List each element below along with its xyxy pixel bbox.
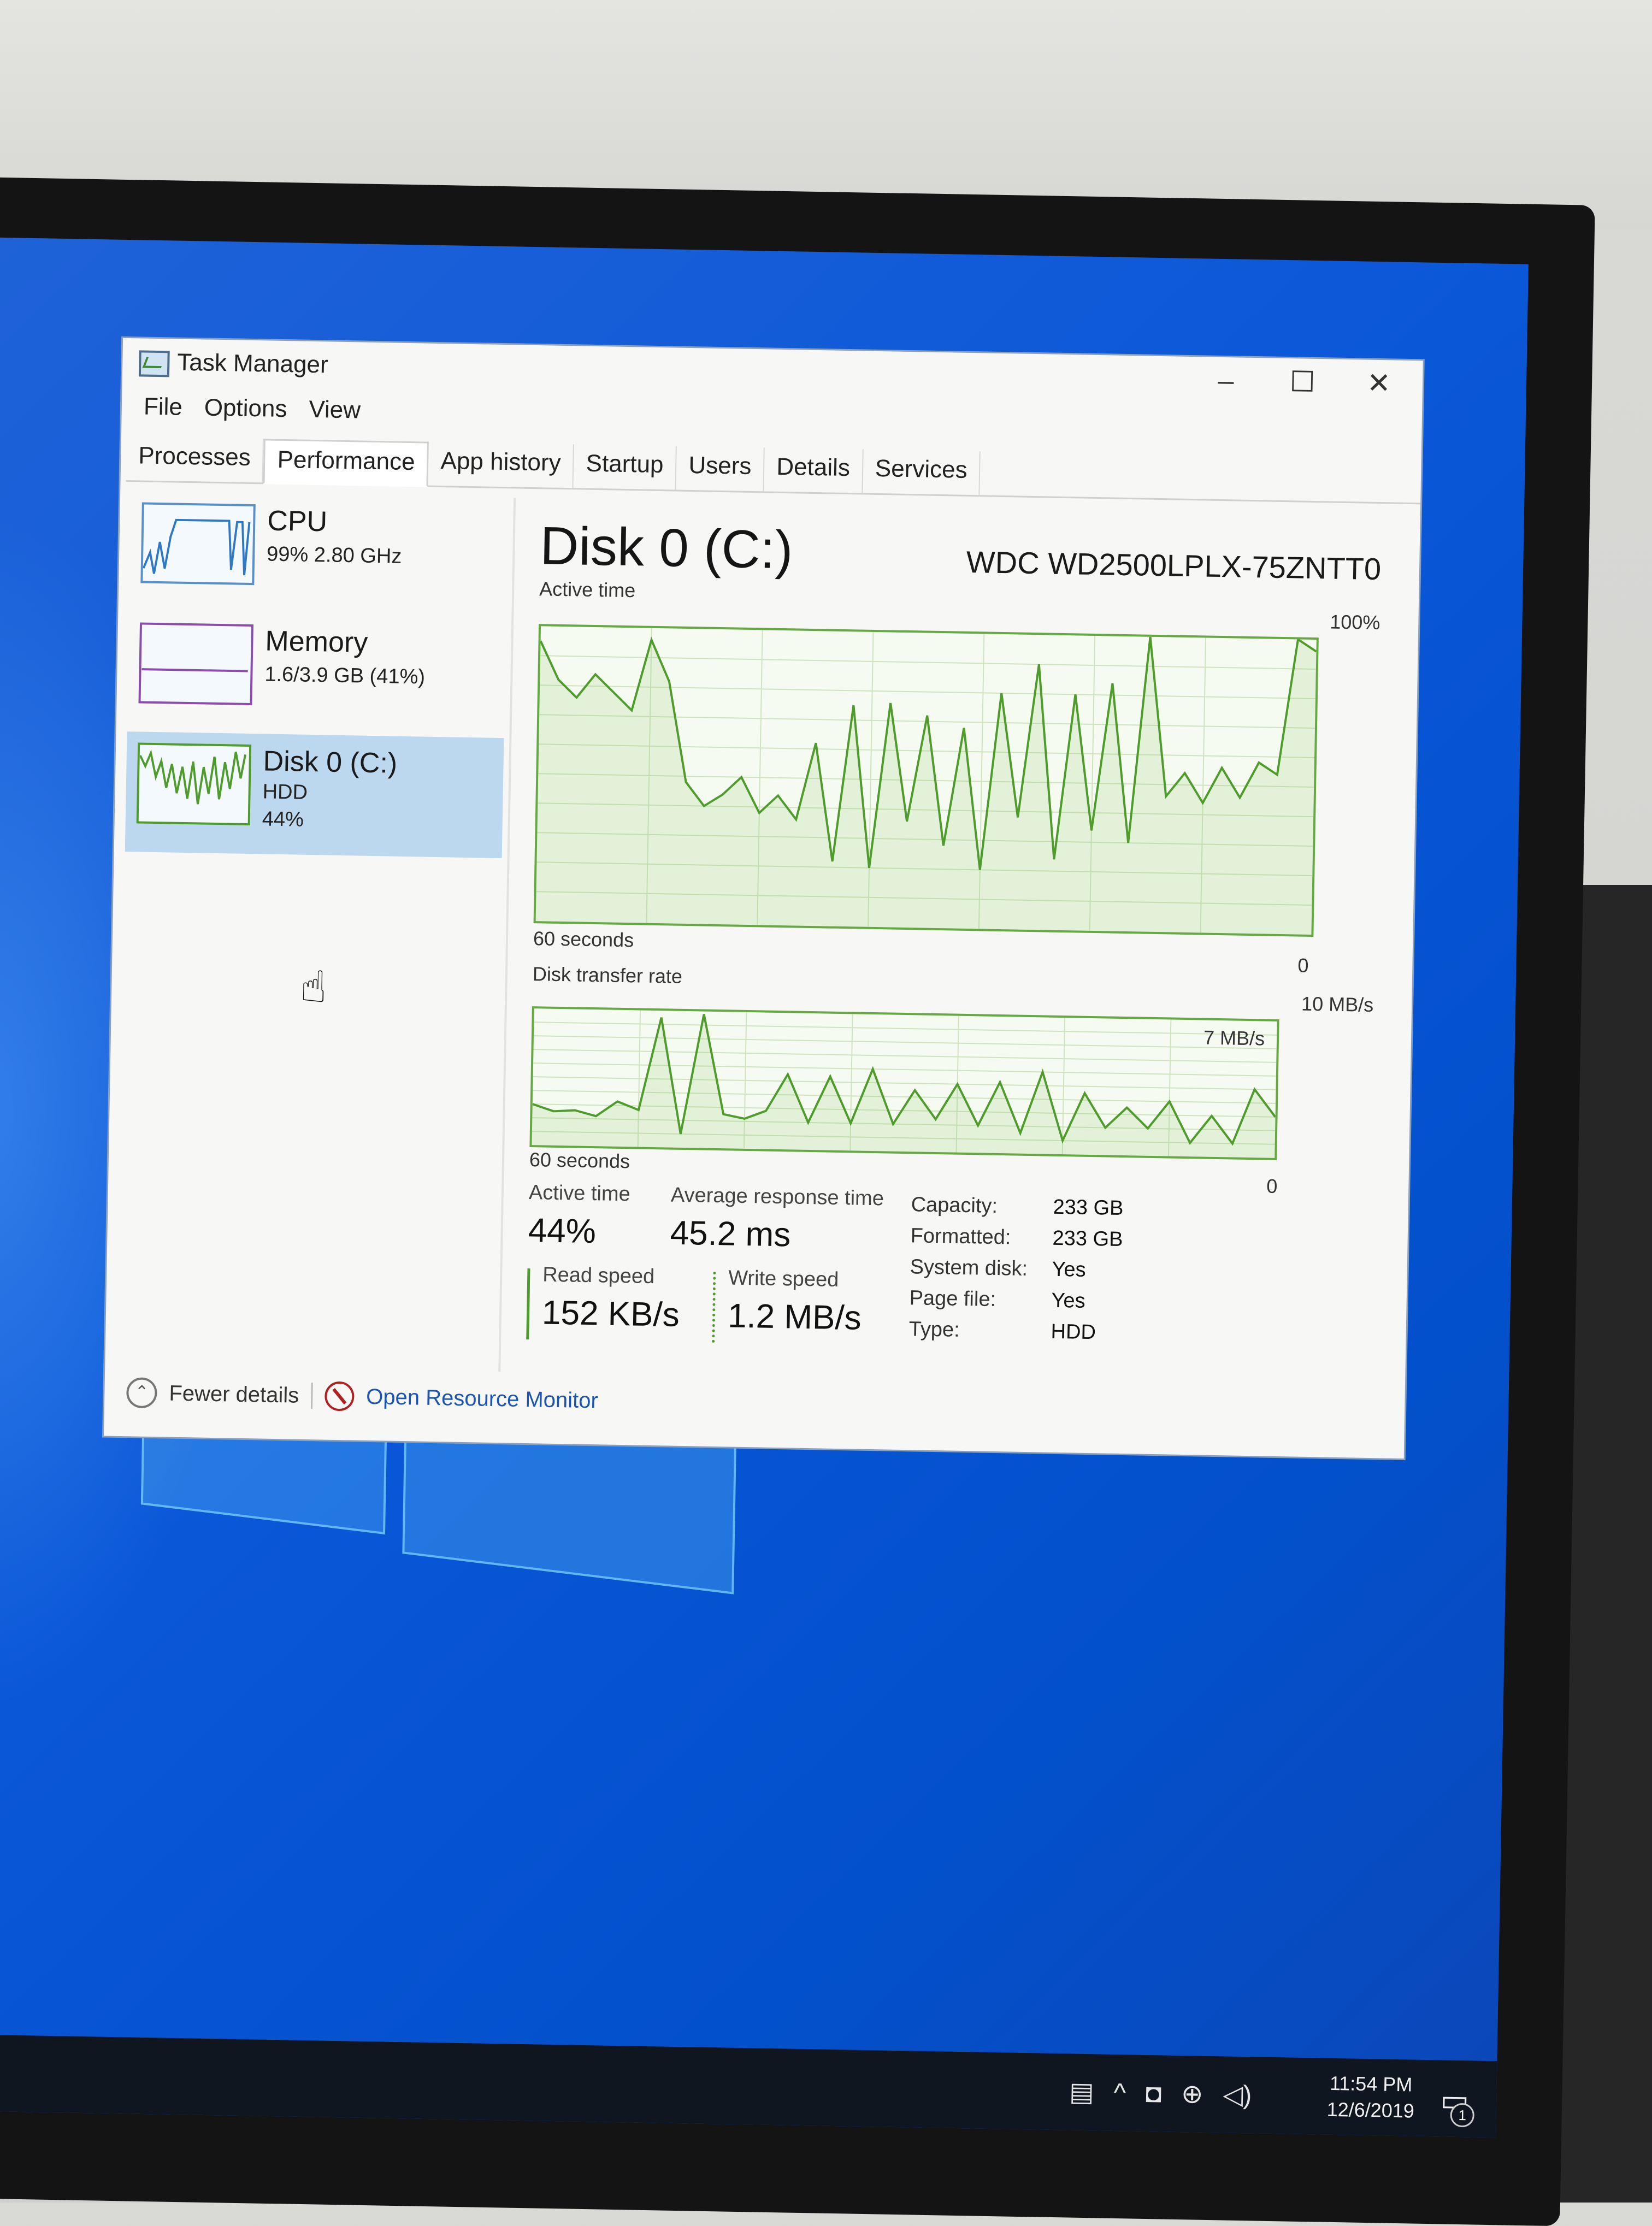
active-time-graph-min: 0	[1297, 954, 1309, 977]
clock-date: 12/6/2019	[1326, 2098, 1415, 2122]
show-hidden-icons-chevron-icon[interactable]: ^	[1113, 2077, 1126, 2107]
resource-monitor-icon	[324, 1381, 355, 1412]
tab-performance[interactable]: Performance	[263, 439, 429, 487]
mouse-cursor-icon: ☝	[299, 962, 327, 1012]
window-title: Task Manager	[176, 349, 329, 379]
tab-processes[interactable]: Processes	[126, 436, 264, 483]
memory-label: Memory	[264, 625, 368, 659]
read-speed-label: Read speed	[542, 1263, 655, 1289]
maximize-button[interactable]: ☐	[1269, 362, 1335, 401]
disk-model: WDC WD2500LPLX-75ZNTT0	[966, 544, 1382, 587]
disk-thumbnail	[136, 742, 252, 826]
write-speed-value: 1.2 MB/s	[727, 1297, 862, 1337]
property-value: Yes	[1051, 1289, 1085, 1313]
grid-line-horizontal	[533, 1049, 1277, 1063]
property-value: 233 GB	[1053, 1195, 1124, 1220]
network-globe-icon[interactable]: ⊕	[1181, 2079, 1203, 2110]
avg-response-value: 45.2 ms	[670, 1214, 791, 1254]
disk-type: HDD	[262, 780, 308, 804]
resource-item-cpu[interactable]: CPU 99% 2.80 GHz	[129, 491, 508, 618]
active-time-graph-label: Active time	[539, 577, 636, 602]
transfer-graph-line: 7 MB/s	[1203, 1026, 1265, 1050]
cpu-detail: 99% 2.80 GHz	[266, 542, 402, 568]
menu-file[interactable]: File	[143, 393, 183, 421]
open-resource-monitor-link[interactable]: Open Resource Monitor	[366, 1384, 598, 1413]
property-value: HDD	[1051, 1320, 1096, 1344]
active-time-label: Active time	[528, 1181, 631, 1206]
monitor-bezel: Task Manager – ☐ ✕ File Options View Pro…	[0, 177, 1595, 2226]
tab-details[interactable]: Details	[764, 447, 864, 493]
memory-thumbnail	[138, 622, 254, 706]
footer-separator	[310, 1383, 313, 1409]
property-key: Page file:	[909, 1286, 996, 1311]
menu-view[interactable]: View	[309, 396, 361, 424]
chevron-up-icon[interactable]: ⌃	[126, 1377, 157, 1409]
taskbar: ▤ ^ ◘ ⊕ ◁) 11:54 PM 12/6/2019 ▭ 1	[0, 2034, 1497, 2138]
active-time-chart	[535, 628, 1317, 935]
read-speed-value: 152 KB/s	[541, 1294, 680, 1334]
property-key: Formatted:	[910, 1224, 1011, 1249]
transfer-rate-graph	[529, 1006, 1279, 1160]
transfer-graph-label: Disk transfer rate	[532, 963, 683, 988]
close-button[interactable]: ✕	[1346, 364, 1412, 403]
tab-startup[interactable]: Startup	[573, 444, 677, 490]
property-key: System disk:	[910, 1255, 1028, 1280]
notification-count-badge: 1	[1450, 2103, 1475, 2128]
menu-options[interactable]: Options	[204, 394, 287, 423]
transfer-graph-min: 0	[1266, 1174, 1278, 1197]
active-time-graph	[533, 624, 1319, 937]
active-time-graph-max: 100%	[1329, 610, 1380, 634]
series-area	[535, 636, 1317, 935]
grid-line-horizontal	[533, 1035, 1277, 1049]
page-title: Disk 0 (C:)	[539, 515, 794, 580]
resource-list: CPU 99% 2.80 GHz Memory 1.6/3.9 GB (41%)	[116, 491, 516, 1372]
task-manager-icon	[138, 350, 170, 377]
fewer-details-link[interactable]: Fewer details	[169, 1381, 299, 1408]
tab-services[interactable]: Services	[863, 449, 981, 495]
news-icon[interactable]: ▤	[1069, 2077, 1094, 2108]
minimize-button[interactable]: –	[1193, 361, 1259, 400]
disk-label: Disk 0 (C:)	[263, 745, 398, 780]
active-time-graph-span: 60 seconds	[533, 927, 634, 952]
footer-bar: ⌃ Fewer details Open Resource Monitor	[126, 1371, 599, 1422]
tab-app-history[interactable]: App history	[428, 441, 575, 488]
grid-line-horizontal	[534, 1022, 1277, 1036]
memory-detail: 1.6/3.9 GB (41%)	[264, 663, 426, 689]
transfer-graph-max: 10 MB/s	[1301, 992, 1374, 1016]
cpu-label: CPU	[267, 505, 328, 538]
meet-now-icon[interactable]: ◘	[1146, 2079, 1162, 2109]
active-time-value: 44%	[528, 1212, 597, 1251]
avg-response-label: Average response time	[670, 1183, 884, 1211]
cpu-thumbnail	[140, 502, 256, 586]
property-key: Capacity:	[911, 1193, 998, 1218]
volume-icon[interactable]: ◁)	[1223, 2079, 1252, 2110]
taskbar-clock[interactable]: 11:54 PM 12/6/2019	[1326, 2070, 1415, 2124]
resource-item-memory[interactable]: Memory 1.6/3.9 GB (41%)	[127, 611, 506, 738]
tab-users[interactable]: Users	[676, 446, 765, 492]
resource-item-disk[interactable]: Disk 0 (C:) HDD 44%	[125, 731, 504, 859]
read-speed-marker	[526, 1268, 530, 1340]
disk-detail-panel: Disk 0 (C:) WDC WD2500LPLX-75ZNTT0 Activ…	[526, 509, 1404, 1376]
grid-line-horizontal	[533, 1062, 1276, 1077]
task-manager-window: Task Manager – ☐ ✕ File Options View Pro…	[104, 338, 1423, 1459]
transfer-rate-chart	[532, 1010, 1277, 1158]
transfer-graph-span: 60 seconds	[529, 1148, 630, 1173]
menu-bar: File Options View	[133, 393, 372, 424]
clock-time: 11:54 PM	[1329, 2071, 1413, 2096]
desktop-screen: Task Manager – ☐ ✕ File Options View Pro…	[0, 237, 1529, 2138]
property-key: Type:	[908, 1318, 960, 1342]
write-speed-marker	[712, 1271, 716, 1343]
property-value: Yes	[1052, 1257, 1086, 1282]
write-speed-label: Write speed	[728, 1266, 839, 1291]
property-value: 233 GB	[1052, 1226, 1123, 1251]
disk-detail: 44%	[262, 807, 304, 831]
